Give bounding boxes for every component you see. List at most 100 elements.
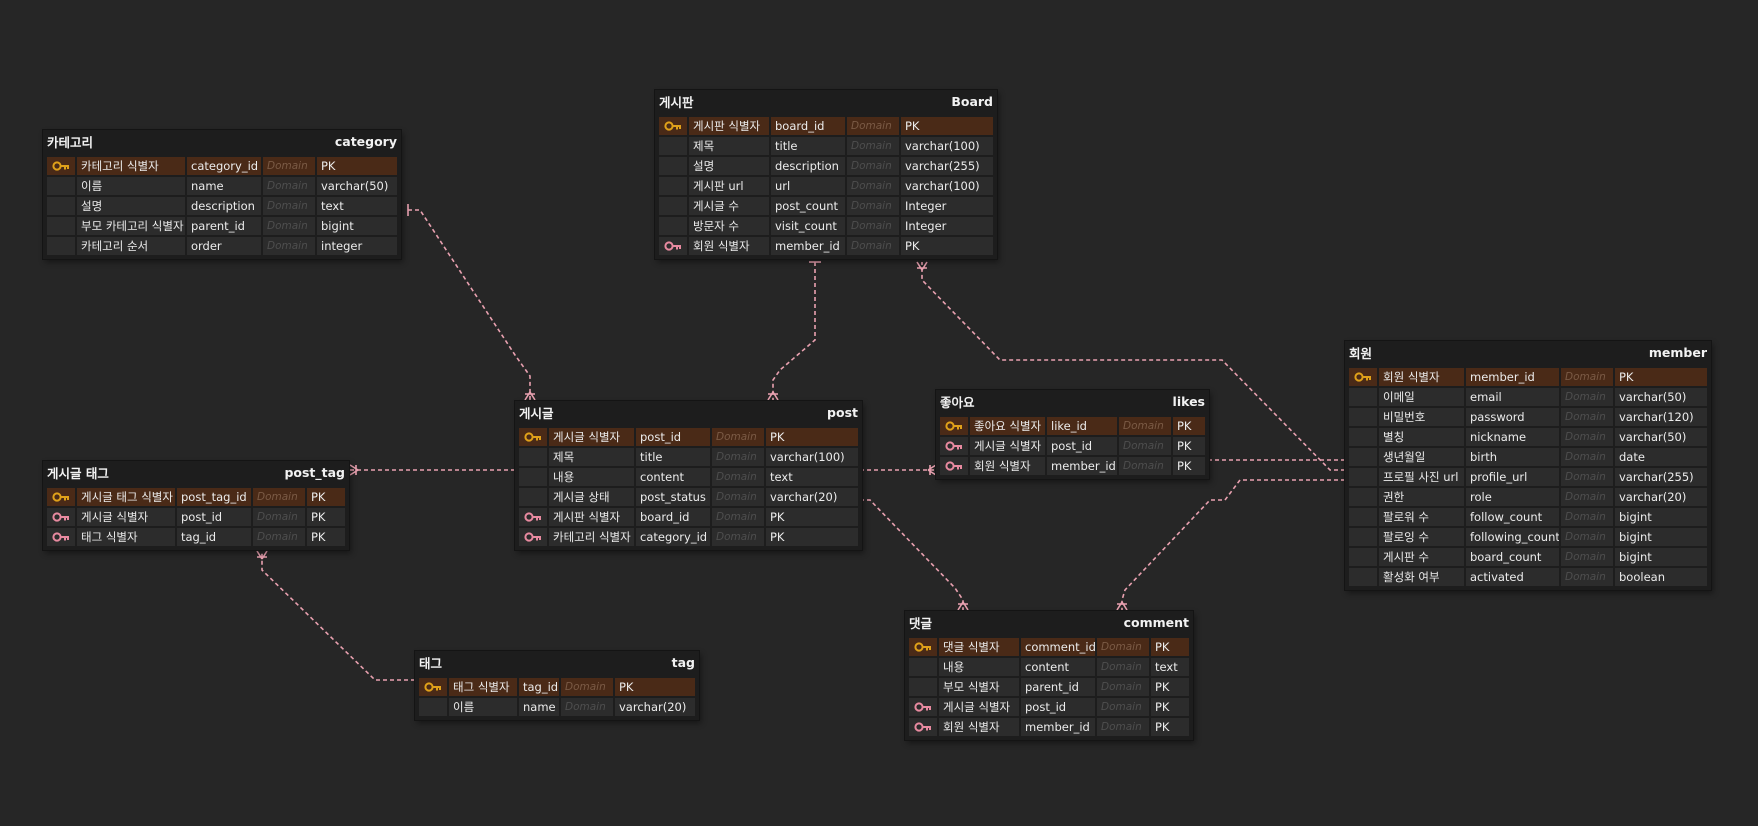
column-type: PK (901, 237, 993, 255)
table-header[interactable]: 게시판 Board (655, 90, 997, 116)
table-physical-name: Board (951, 93, 993, 109)
column-row[interactable]: 게시글 식별자 post_id Domain PK (908, 697, 1190, 717)
column-row[interactable]: 이메일 email Domain varchar(50) (1348, 387, 1708, 407)
column-row[interactable]: 게시판 식별자 board_id Domain PK (658, 116, 994, 136)
column-row[interactable]: 제목 title Domain varchar(100) (518, 447, 859, 467)
column-row[interactable]: 게시글 태그 식별자 post_tag_id Domain PK (46, 487, 346, 507)
table-logical-name: 댓글 (909, 615, 933, 631)
erd-canvas[interactable]: 카테고리 category 카테고리 식별자 category_id Domain PK 이… (0, 0, 1758, 826)
table-header[interactable]: 댓글 comment (905, 611, 1193, 637)
column-physical-name: email (1466, 388, 1559, 406)
column-row[interactable]: 프로필 사진 url profile_url Domain varchar(255) (1348, 467, 1708, 487)
column-row[interactable]: 댓글 식별자 comment_id Domain PK (908, 637, 1190, 657)
column-row[interactable]: 부모 카테고리 식별자 parent_id Domain bigint (46, 216, 398, 236)
column-row[interactable]: 부모 식별자 parent_id Domain PK (908, 677, 1190, 697)
column-row[interactable]: 설명 description Domain text (46, 196, 398, 216)
column-type: varchar(100) (901, 177, 993, 195)
column-logical-name: 팔로워 수 (1379, 508, 1464, 526)
column-row[interactable]: 회원 식별자 member_id Domain PK (658, 236, 994, 256)
column-domain: Domain (263, 197, 315, 215)
table-board[interactable]: 게시판 Board 게시판 식별자 board_id Domain PK 제목 title Do… (655, 90, 997, 259)
table-likes[interactable]: 좋아요 likes 좋아요 식별자 like_id Domain PK 게시글 식별자 pos… (936, 390, 1209, 479)
column-physical-name: follow_count (1466, 508, 1559, 526)
table-post-tag[interactable]: 게시글 태그 post_tag 게시글 태그 식별자 post_tag_id Domai… (43, 461, 349, 550)
table-post[interactable]: 게시글 post 게시글 식별자 post_id Domain PK 제목 title Doma… (515, 401, 862, 550)
column-physical-name: nickname (1466, 428, 1559, 446)
table-logical-name: 카테고리 (47, 134, 94, 150)
column-physical-name: password (1466, 408, 1559, 426)
column-row[interactable]: 게시판 식별자 board_id Domain PK (518, 507, 859, 527)
column-row[interactable]: 팔로잉 수 following_count Domain bigint (1348, 527, 1708, 547)
column-logical-name: 방문자 수 (689, 217, 769, 235)
column-row[interactable]: 게시판 수 board_count Domain bigint (1348, 547, 1708, 567)
column-list: 댓글 식별자 comment_id Domain PK 내용 content Domain t… (905, 637, 1193, 740)
column-row[interactable]: 제목 title Domain varchar(100) (658, 136, 994, 156)
table-category[interactable]: 카테고리 category 카테고리 식별자 category_id Domain PK 이… (43, 130, 401, 259)
column-row[interactable]: 비밀번호 password Domain varchar(120) (1348, 407, 1708, 427)
column-row[interactable]: 방문자 수 visit_count Domain Integer (658, 216, 994, 236)
foreign-key-icon (519, 508, 547, 526)
column-row[interactable]: 좋아요 식별자 like_id Domain PK (939, 416, 1206, 436)
column-row[interactable]: 게시글 식별자 post_id Domain PK (939, 436, 1206, 456)
column-domain: Domain (1097, 698, 1149, 716)
column-row[interactable]: 별칭 nickname Domain varchar(50) (1348, 427, 1708, 447)
column-row[interactable]: 회원 식별자 member_id Domain PK (939, 456, 1206, 476)
column-row[interactable]: 태그 식별자 tag_id Domain PK (418, 677, 696, 697)
table-header[interactable]: 카테고리 category (43, 130, 401, 156)
cardinality-many-mark (524, 391, 536, 401)
table-member[interactable]: 회원 member 회원 식별자 member_id Domain PK 이메일 email D… (1345, 341, 1711, 590)
relationship-line (772, 262, 816, 400)
column-domain: Domain (712, 528, 764, 546)
column-row[interactable]: 이름 name Domain varchar(20) (418, 697, 696, 717)
column-type: PK (307, 528, 345, 546)
column-type: varchar(120) (1615, 408, 1707, 426)
column-type: boolean (1615, 568, 1707, 586)
table-tag[interactable]: 태그 tag 태그 식별자 tag_id Domain PK 이름 name Domain var… (415, 651, 699, 720)
primary-key-icon (419, 678, 447, 696)
column-row[interactable]: 내용 content Domain text (518, 467, 859, 487)
key-slot (519, 448, 547, 466)
column-logical-name: 별칭 (1379, 428, 1464, 446)
column-row[interactable]: 회원 식별자 member_id Domain PK (1348, 367, 1708, 387)
column-row[interactable]: 생년월일 birth Domain date (1348, 447, 1708, 467)
column-row[interactable]: 이름 name Domain varchar(50) (46, 176, 398, 196)
column-row[interactable]: 설명 description Domain varchar(255) (658, 156, 994, 176)
column-domain: Domain (1119, 437, 1171, 455)
column-row[interactable]: 게시글 식별자 post_id Domain PK (518, 427, 859, 447)
column-row[interactable]: 게시판 url url Domain varchar(100) (658, 176, 994, 196)
column-logical-name: 생년월일 (1379, 448, 1464, 466)
column-row[interactable]: 게시글 수 post_count Domain Integer (658, 196, 994, 216)
table-header[interactable]: 좋아요 likes (936, 390, 1209, 416)
column-row[interactable]: 카테고리 순서 order Domain integer (46, 236, 398, 256)
column-physical-name: post_id (177, 508, 251, 526)
column-row[interactable]: 활성화 여부 activated Domain boolean (1348, 567, 1708, 587)
column-row[interactable]: 내용 content Domain text (908, 657, 1190, 677)
column-physical-name: description (187, 197, 261, 215)
column-logical-name: 회원 식별자 (939, 718, 1019, 736)
table-header[interactable]: 게시글 태그 post_tag (43, 461, 349, 487)
column-row[interactable]: 팔로워 수 follow_count Domain bigint (1348, 507, 1708, 527)
column-physical-name: board_id (636, 508, 710, 526)
column-physical-name: tag_id (177, 528, 251, 546)
table-header[interactable]: 태그 tag (415, 651, 699, 677)
column-domain: Domain (1561, 528, 1613, 546)
column-row[interactable]: 태그 식별자 tag_id Domain PK (46, 527, 346, 547)
column-logical-name: 댓글 식별자 (939, 638, 1019, 656)
column-type: PK (766, 528, 858, 546)
column-row[interactable]: 회원 식별자 member_id Domain PK (908, 717, 1190, 737)
column-row[interactable]: 카테고리 식별자 category_id Domain PK (46, 156, 398, 176)
column-physical-name: name (187, 177, 261, 195)
table-header[interactable]: 회원 member (1345, 341, 1711, 367)
column-row[interactable]: 게시글 상태 post_status Domain varchar(20) (518, 487, 859, 507)
column-type: bigint (1615, 528, 1707, 546)
table-header[interactable]: 게시글 post (515, 401, 862, 427)
column-row[interactable]: 게시글 식별자 post_id Domain PK (46, 507, 346, 527)
table-comment[interactable]: 댓글 comment 댓글 식별자 comment_id Domain PK 내용 conte… (905, 611, 1193, 740)
column-row[interactable]: 권한 role Domain varchar(20) (1348, 487, 1708, 507)
table-physical-name: likes (1172, 393, 1205, 409)
column-logical-name: 태그 식별자 (77, 528, 175, 546)
column-row[interactable]: 카테고리 식별자 category_id Domain PK (518, 527, 859, 547)
relationship-member-likes (1199, 454, 1346, 466)
column-type: varchar(50) (1615, 428, 1707, 446)
column-physical-name: content (1021, 658, 1095, 676)
